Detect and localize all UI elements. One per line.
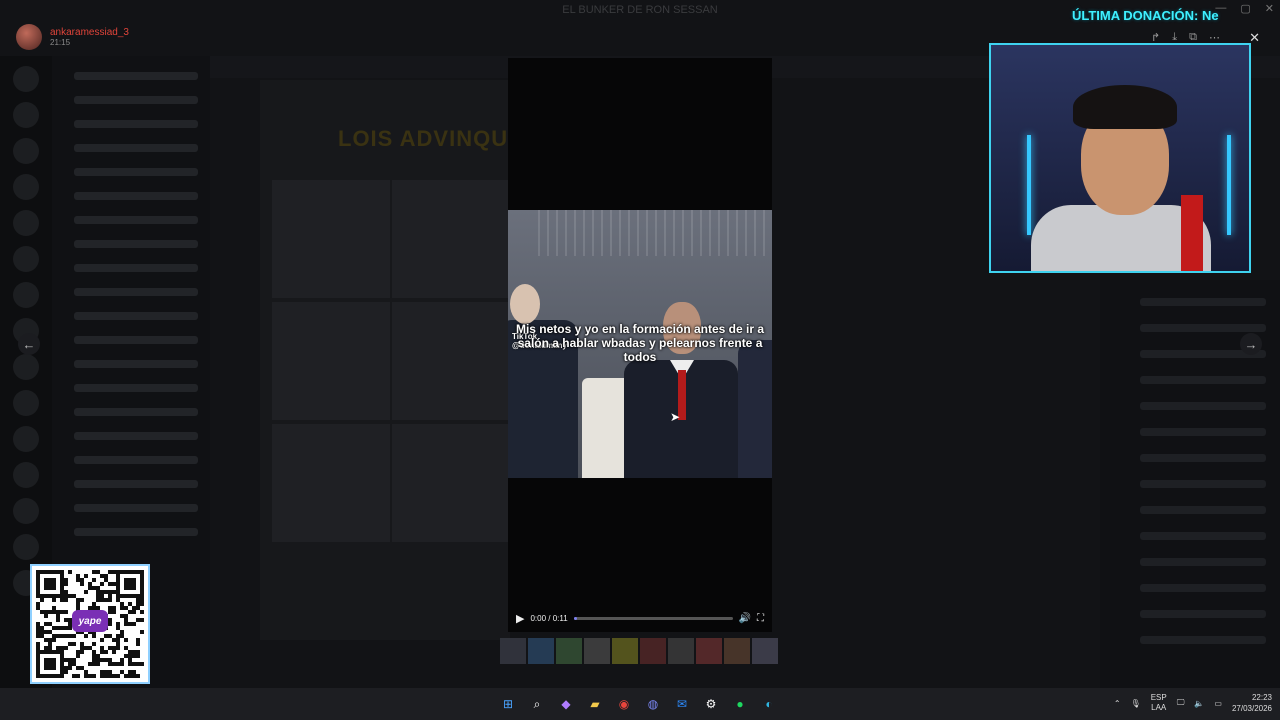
media-thumbnail-strip: [500, 638, 778, 664]
steam-icon[interactable]: ⚙: [701, 694, 721, 714]
mail-icon[interactable]: ✉: [672, 694, 692, 714]
upload-time: 21:15: [50, 37, 71, 47]
window-controls[interactable]: — ▢ ✕: [1215, 2, 1274, 15]
media-thumbnail[interactable]: [640, 638, 666, 664]
system-tray: ⌃ 🎙 ESP LAA 🖵 🔈 ▭ 22:23 27/03/2026: [1114, 692, 1272, 714]
media-thumbnail[interactable]: [752, 638, 778, 664]
streamer-webcam: [989, 43, 1251, 273]
play-icon[interactable]: ▶: [516, 612, 524, 625]
media-thumbnail[interactable]: [724, 638, 750, 664]
search-icon[interactable]: ⌕: [527, 694, 547, 714]
chevron-up-icon[interactable]: ⌃: [1114, 699, 1121, 708]
mouse-cursor-icon: ➤: [670, 410, 681, 424]
media-thumbnail[interactable]: [500, 638, 526, 664]
clock[interactable]: 22:23 27/03/2026: [1232, 692, 1272, 714]
taskbar: ⊞ ⌕ ◆ ▰ ◉ ◍ ✉ ⚙ ● ◐ ⌃ 🎙 ESP LAA 🖵 🔈 ▭ 22…: [0, 688, 1280, 720]
chrome-icon[interactable]: ◉: [614, 694, 634, 714]
fullscreen-icon[interactable]: ⛶: [757, 613, 764, 624]
video-controls: ▶ 0:00 / 0:11 🔊 ⛶: [508, 610, 772, 626]
video-player[interactable]: TikTok @donaldmany Mis netos y yo en la …: [508, 58, 772, 632]
microphone-icon[interactable]: 🎙: [1131, 699, 1141, 708]
battery-icon[interactable]: ▭: [1214, 699, 1222, 708]
media-thumbnail[interactable]: [668, 638, 694, 664]
uploader-name: ankaramessiad_3: [50, 26, 129, 38]
copilot-icon[interactable]: ◆: [556, 694, 576, 714]
windows-start-icon[interactable]: ⊞: [498, 694, 518, 714]
media-thumbnail[interactable]: [696, 638, 722, 664]
file-explorer-icon[interactable]: ▰: [585, 694, 605, 714]
yape-logo: yape: [72, 610, 108, 632]
media-grid: [260, 80, 510, 640]
language-indicator[interactable]: ESP LAA: [1151, 693, 1167, 713]
discord-icon[interactable]: ◍: [643, 694, 663, 714]
video-caption: Mis netos y yo en la formación antes de …: [515, 322, 765, 364]
network-icon[interactable]: 🖵: [1177, 698, 1185, 708]
uploader-info[interactable]: ankaramessiad_3 21:15: [16, 24, 129, 50]
yape-qr-code: yape: [30, 564, 150, 684]
volume-tray-icon[interactable]: 🔈: [1194, 699, 1204, 708]
video-time: 0:00 / 0:11: [530, 613, 568, 623]
volume-icon[interactable]: 🔊: [739, 613, 751, 624]
video-progress-bar[interactable]: [573, 616, 733, 620]
media-thumbnail[interactable]: [556, 638, 582, 664]
avatar[interactable]: [16, 24, 42, 50]
media-thumbnail[interactable]: [584, 638, 610, 664]
spotify-icon[interactable]: ●: [730, 694, 750, 714]
video-frame[interactable]: TikTok @donaldmany Mis netos y yo en la …: [508, 210, 772, 478]
faded-title: LOIS ADVINQU: [338, 126, 509, 151]
media-thumbnail[interactable]: [612, 638, 638, 664]
edge-icon[interactable]: ◐: [759, 694, 779, 714]
media-thumbnail[interactable]: [528, 638, 554, 664]
next-media-button[interactable]: →: [1240, 333, 1262, 355]
previous-media-button[interactable]: ←: [18, 333, 40, 355]
last-donation-banner: ÚLTIMA DONACIÓN: Ne: [1072, 8, 1219, 23]
